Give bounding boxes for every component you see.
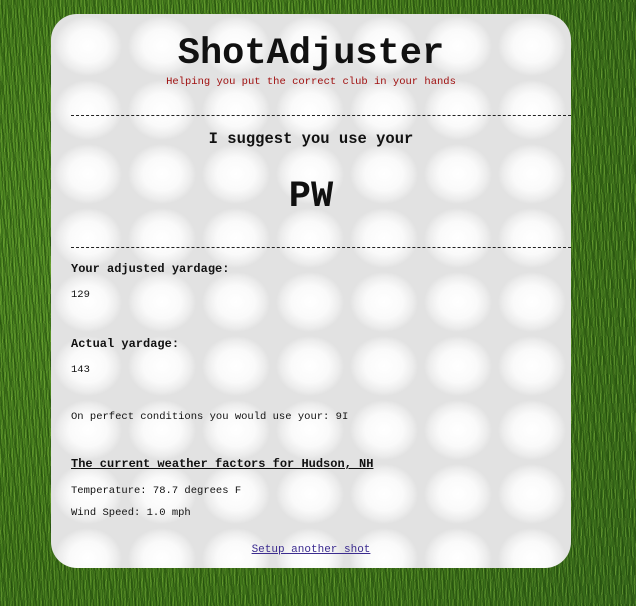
actual-yardage-value: 143 <box>71 364 90 376</box>
weather-title: The current weather factors for Hudson, … <box>71 457 374 471</box>
setup-another-shot-link[interactable]: Setup another shot <box>252 544 371 556</box>
header: ShotAdjuster Helping you put the correct… <box>51 14 571 94</box>
app-title: ShotAdjuster <box>177 33 445 75</box>
actual-yardage-label: Actual yardage: <box>71 337 180 351</box>
suggested-club: PW <box>288 176 334 218</box>
adjusted-yardage-value: 129 <box>71 289 90 301</box>
divider-top <box>71 115 571 116</box>
adjusted-yardage-label: Your adjusted yardage: <box>71 262 230 276</box>
footer: Setup another shot <box>51 544 571 556</box>
divider-middle <box>71 247 571 248</box>
perfect-conditions-text: On perfect conditions you would use your… <box>71 411 349 423</box>
temperature-text: Temperature: 78.7 degrees F <box>71 485 242 497</box>
app-tagline: Helping you put the correct club in your… <box>166 76 456 88</box>
main-card: ShotAdjuster Helping you put the correct… <box>51 14 571 568</box>
wind-speed-text: Wind Speed: 1.0 mph <box>71 507 191 519</box>
suggestion-intro: I suggest you use your <box>208 130 414 148</box>
